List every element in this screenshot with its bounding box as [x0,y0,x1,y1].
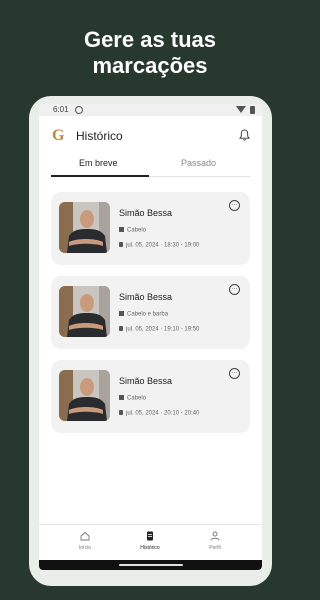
appointment-datetime: jul. 05, 2024 · 19:10 - 19:50 [126,326,200,333]
date-row: jul. 05, 2024 · 19:10 - 19:50 [119,326,199,333]
service-icon [119,311,124,316]
status-bar: 6:01 [39,104,262,116]
nav-history-label: Histórico [140,545,160,551]
service-row: Cabelo e barba [119,311,168,318]
more-options-icon[interactable]: ··· [229,200,240,211]
phone-screen: 6:01 G Histórico Em breve Passado Simão … [39,104,262,570]
service-row: Cabelo [119,227,146,234]
phone-frame: 6:01 G Histórico Em breve Passado Simão … [29,96,272,586]
more-options-icon[interactable]: ··· [229,368,240,379]
service-name: Cabelo [127,395,147,402]
nav-home[interactable]: Início [55,531,115,551]
home-indicator[interactable] [119,564,183,566]
promo-headline: Gere as tuas marcações [0,27,300,79]
appointment-card[interactable]: Simão Bessa ··· Cabelo jul. 05, 2024 · 1… [51,192,250,265]
tab-active-indicator [51,175,149,177]
app-bar: G Histórico [39,116,262,152]
battery-icon [250,106,255,114]
nav-profile[interactable]: Perfil [185,531,245,551]
headline-line2: marcações [92,53,208,78]
service-name: Cabelo e barba [127,311,169,318]
wifi-icon [236,106,246,113]
barber-photo [59,286,110,337]
barber-name: Simão Bessa [119,292,173,302]
status-time: 6:01 [53,105,69,114]
date-row: jul. 05, 2024 · 18:30 - 19:00 [119,242,199,249]
calendar-icon [119,242,123,247]
headline-line1: Gere as tuas [83,27,217,52]
nav-history[interactable]: Histórico [120,531,180,551]
more-options-icon[interactable]: ··· [229,284,240,295]
nav-home-label: Início [79,545,91,551]
appointment-datetime: jul. 05, 2024 · 18:30 - 19:00 [126,242,200,249]
tab-past[interactable]: Passado [181,158,216,168]
service-icon [119,227,124,232]
service-name: Cabelo [127,227,147,234]
calendar-icon [119,326,123,331]
appointment-card[interactable]: Simão Bessa ··· Cabelo jul. 05, 2024 · 2… [51,360,250,433]
home-icon [80,531,90,541]
service-icon [119,395,124,400]
appointment-card[interactable]: Simão Bessa ··· Cabelo e barba jul. 05, … [51,276,250,349]
app-logo: G [52,127,65,144]
tab-upcoming[interactable]: Em breve [79,158,118,168]
barber-photo [59,370,110,421]
calendar-icon [119,410,123,415]
history-icon [147,531,153,541]
bell-icon[interactable] [239,129,250,141]
barber-name: Simão Bessa [119,376,173,386]
gesture-bar [39,560,262,570]
barber-photo [59,202,110,253]
bottom-navigation: Início Histórico Perfil [39,524,262,561]
barber-name: Simão Bessa [119,208,173,218]
tab-bar: Em breve Passado [51,152,250,177]
page-title: Histórico [76,129,123,143]
status-indicator-icon [75,106,83,114]
service-row: Cabelo [119,395,146,402]
appointment-datetime: jul. 05, 2024 · 20:10 - 20:40 [126,410,200,417]
profile-icon [210,531,220,541]
date-row: jul. 05, 2024 · 20:10 - 20:40 [119,410,199,417]
nav-profile-label: Perfil [209,545,221,551]
